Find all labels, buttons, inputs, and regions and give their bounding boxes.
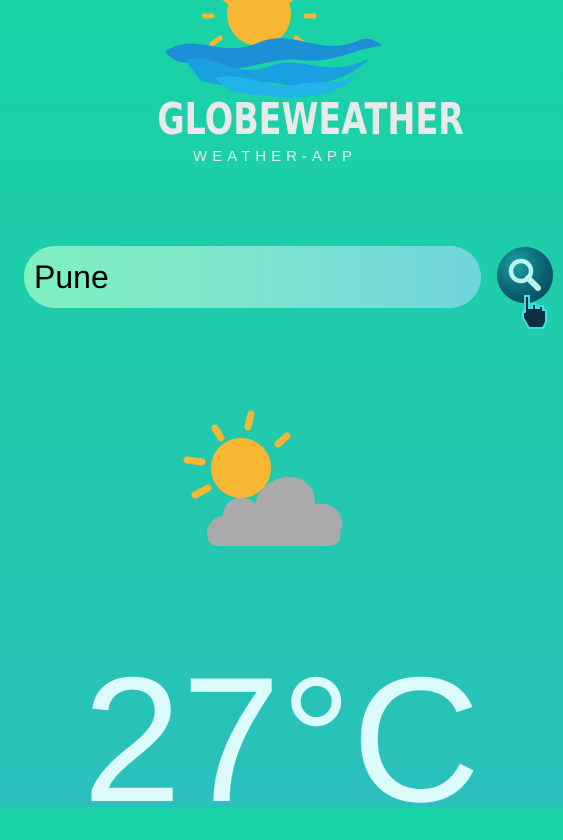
hand-pointer-cursor-icon: [522, 295, 547, 329]
city-search-input[interactable]: [24, 246, 481, 308]
logo-title: GLOBEWEATHER: [157, 94, 464, 145]
search-icon: [508, 258, 541, 291]
app-logo: GLOBEWEATHER WEATHER-APP: [120, 0, 464, 175]
temperature-display: 27°C: [82, 640, 481, 839]
partly-cloudy-icon: [183, 410, 343, 546]
logo-subtitle: WEATHER-APP: [193, 148, 357, 165]
logo-sun-waves-icon: [165, 0, 382, 98]
